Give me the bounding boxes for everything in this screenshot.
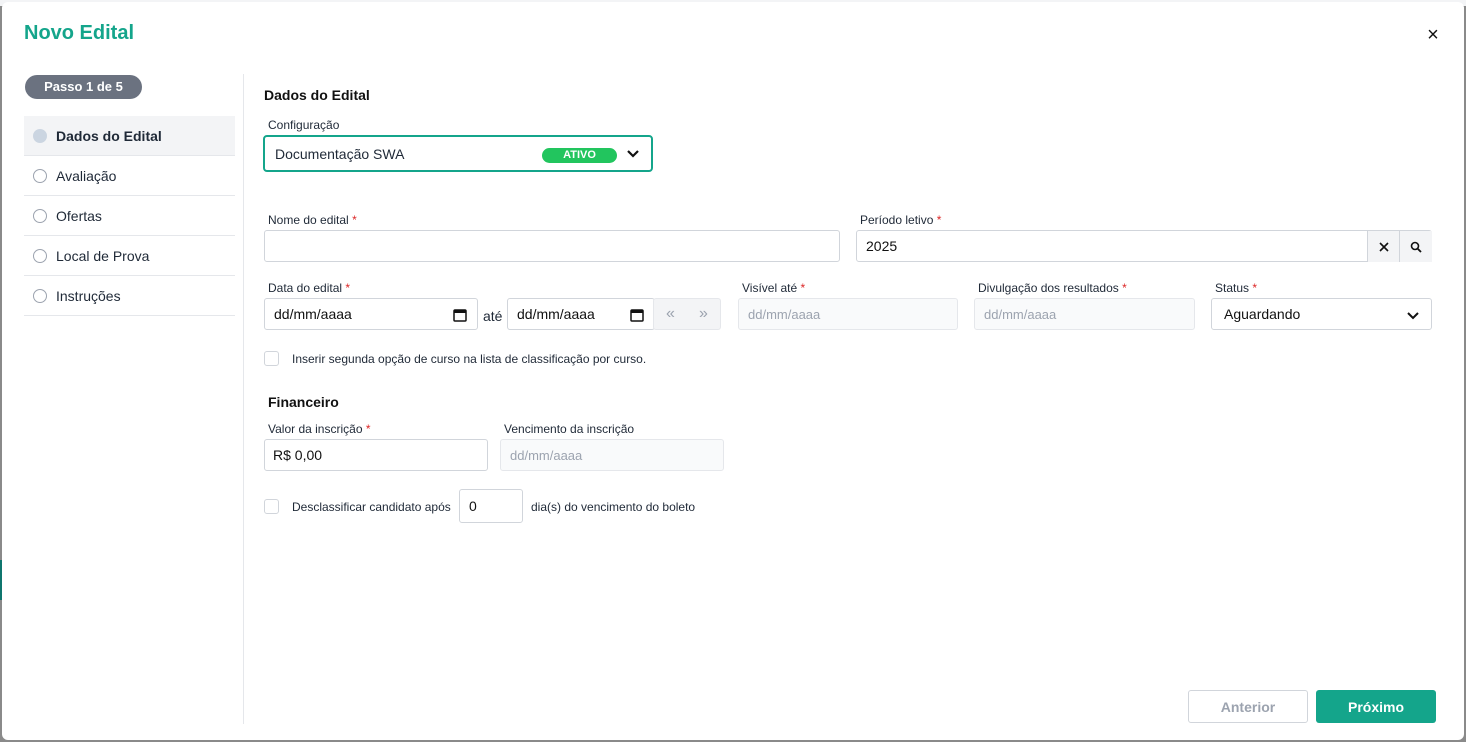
valor-inscricao-label-text: Valor da inscrição (268, 422, 363, 436)
step-item-label: Avaliação (56, 167, 117, 184)
section-title-dados: Dados do Edital (264, 87, 370, 103)
chevrons-right-icon[interactable]: » (699, 305, 708, 323)
status-badge: ATIVO (542, 148, 617, 163)
step-item-avaliacao[interactable]: Avaliação (24, 156, 235, 196)
periodo-letivo-input[interactable]: 2025 (856, 230, 1432, 262)
date-nav-buttons: « » (653, 298, 721, 330)
vencimento-inscricao-input[interactable]: dd/mm/aaaa (500, 439, 724, 471)
stepper-list: Dados do Edital Avaliação Ofertas Local … (24, 116, 235, 316)
step-indicator-icon (33, 288, 47, 303)
required-mark: * (365, 422, 371, 436)
periodo-letivo-label-text: Período letivo (860, 213, 934, 227)
data-edital-label: Data do edital * (268, 281, 350, 295)
periodo-letivo-value: 2025 (866, 238, 898, 254)
divulgacao-input[interactable]: dd/mm/aaaa (974, 298, 1195, 330)
visivel-ate-label-text: Visível até (742, 281, 798, 295)
status-label: Status * (1215, 281, 1257, 295)
step-item-local-de-prova[interactable]: Local de Prova (24, 236, 235, 276)
visivel-ate-input[interactable]: dd/mm/aaaa (738, 298, 958, 330)
segunda-opcao-label: Inserir segunda opção de curso na lista … (292, 352, 647, 366)
step-indicator-icon (33, 168, 47, 183)
divulgacao-label: Divulgação dos resultados * (978, 281, 1127, 295)
close-icon: × (1427, 24, 1439, 46)
section-title-financeiro: Financeiro (268, 394, 339, 410)
required-mark: * (352, 213, 357, 227)
nome-edital-label: Nome do edital * (268, 213, 357, 227)
desclassificar-label: Desclassificar candidato após (292, 500, 451, 514)
anterior-button[interactable]: Anterior (1188, 690, 1308, 723)
proximo-button[interactable]: Próximo (1316, 690, 1436, 723)
step-item-label: Instruções (56, 287, 121, 304)
desclassificar-suffix: dia(s) do vencimento do boleto (531, 500, 696, 514)
required-mark: * (345, 281, 351, 295)
data-edital-end-input[interactable]: dd/mm/aaaa (507, 298, 655, 330)
nome-edital-label-text: Nome do edital (268, 213, 349, 227)
chevrons-left-icon[interactable]: « (666, 305, 675, 323)
required-mark: * (1122, 281, 1127, 295)
date-placeholder: dd/mm/aaaa (510, 447, 583, 463)
calendar-icon[interactable] (453, 308, 467, 322)
status-label-text: Status (1215, 281, 1250, 295)
vencimento-inscricao-label: Vencimento da inscrição (504, 422, 635, 436)
data-edital-start-input[interactable]: dd/mm/aaaa (264, 298, 478, 330)
valor-inscricao-value: R$ 0,00 (273, 447, 323, 463)
desclassificar-checkbox[interactable] (264, 499, 279, 514)
date-placeholder: dd/mm/aaaa (517, 306, 595, 322)
desclassificar-dias-input[interactable]: 0 (459, 489, 523, 523)
configuracao-label: Configuração (268, 118, 340, 132)
required-mark: * (936, 213, 942, 227)
step-item-instrucoes[interactable]: Instruções (24, 276, 235, 316)
step-item-label: Local de Prova (56, 247, 150, 264)
step-badge: Passo 1 de 5 (25, 75, 142, 99)
step-item-dados-do-edital[interactable]: Dados do Edital (24, 116, 235, 156)
novo-edital-modal: Novo Edital × Passo 1 de 5 Dados do Edit… (2, 2, 1464, 740)
clear-button[interactable] (1367, 231, 1400, 262)
valor-inscricao-input[interactable]: R$ 0,00 (264, 439, 488, 471)
step-indicator-icon (33, 248, 47, 263)
status-select[interactable]: Aguardando (1211, 298, 1432, 330)
sidebar-divider (243, 74, 244, 724)
divulgacao-label-text: Divulgação dos resultados (978, 281, 1119, 295)
modal-title: Novo Edital (24, 22, 135, 44)
data-edital-label-text: Data do edital (268, 281, 343, 295)
close-icon (1379, 241, 1389, 252)
configuracao-select[interactable]: Documentação SWA ATIVO (263, 135, 653, 172)
date-placeholder: dd/mm/aaaa (274, 306, 352, 322)
calendar-icon[interactable] (630, 308, 644, 322)
search-icon (1410, 241, 1422, 253)
search-button[interactable] (1399, 231, 1432, 262)
close-button[interactable]: × (1422, 24, 1444, 46)
chevron-down-icon (1407, 312, 1419, 320)
dias-value: 0 (469, 498, 477, 514)
step-item-label: Dados do Edital (56, 127, 162, 144)
step-indicator-icon (33, 128, 47, 143)
visivel-ate-label: Visível até * (742, 281, 805, 295)
required-mark: * (800, 281, 806, 295)
step-item-ofertas[interactable]: Ofertas (24, 196, 235, 236)
segunda-opcao-checkbox[interactable] (264, 351, 279, 366)
step-indicator-icon (33, 208, 47, 223)
step-item-label: Ofertas (56, 207, 102, 224)
configuracao-value: Documentação SWA (275, 145, 405, 162)
required-mark: * (1252, 281, 1258, 295)
date-placeholder: dd/mm/aaaa (984, 306, 1057, 322)
date-placeholder: dd/mm/aaaa (748, 306, 821, 322)
nome-edital-input[interactable] (264, 230, 840, 262)
status-value: Aguardando (1224, 306, 1301, 322)
valor-inscricao-label: Valor da inscrição * (268, 422, 371, 436)
date-range-separator: até (483, 308, 503, 324)
periodo-letivo-label: Período letivo * (860, 213, 941, 227)
chevron-down-icon (627, 150, 639, 158)
